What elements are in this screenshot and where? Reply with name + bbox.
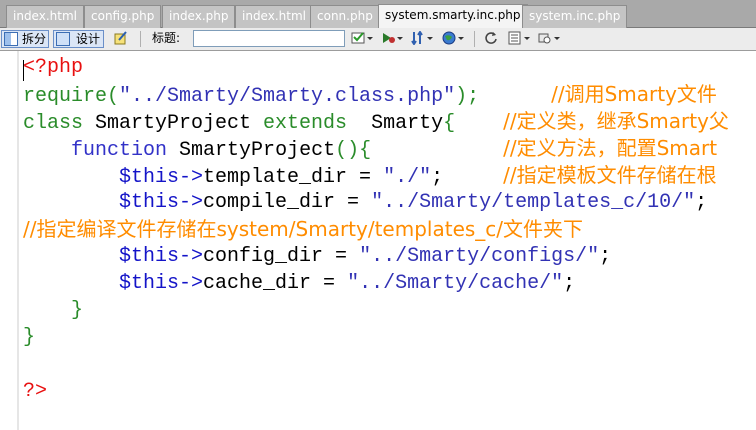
code-token-variable: $this-> [119, 191, 204, 214]
title-input[interactable] [193, 30, 345, 47]
code-token-plain: ; [563, 272, 576, 295]
code-token-function-keyword: function [71, 139, 180, 162]
code-token-plain: compile_dir = [203, 191, 372, 214]
debug-icon [383, 33, 403, 43]
code-line[interactable]: <?php [23, 54, 83, 81]
code-token-plain: ; [599, 245, 612, 268]
code-line[interactable]: //指定编译文件存储在system/Smarty/templates_c/文件夹… [23, 216, 583, 243]
tab-index-php[interactable]: index.php [162, 5, 236, 28]
visual-aids-button[interactable] [537, 30, 563, 48]
line-number-gutter [0, 51, 12, 430]
design-view-button[interactable]: 设计 [53, 30, 104, 48]
tab-system-inc-php[interactable]: system.inc.php [522, 5, 628, 28]
code-token-keyword: } [23, 299, 84, 322]
refresh-button[interactable] [481, 30, 501, 48]
code-line[interactable]: class SmartyProject extends Smarty{ //定义… [23, 108, 729, 135]
tab-config-php[interactable]: config.php [84, 5, 162, 28]
code-line[interactable]: } [23, 324, 35, 351]
view-options-button-left[interactable] [410, 30, 436, 48]
split-view-icon [4, 32, 18, 46]
code-token-keyword: class [23, 112, 96, 135]
file-management-icon [351, 32, 373, 44]
code-token-string: "../Smarty/configs/" [359, 245, 600, 268]
refresh-icon [485, 32, 497, 44]
design-view-icon [56, 32, 70, 46]
code-token-keyword: ); [455, 85, 552, 108]
view-options-icon [508, 31, 530, 45]
code-token-variable: $this-> [119, 245, 204, 268]
code-editor[interactable]: <?php require("../Smarty/Smarty.class.php… [0, 51, 756, 430]
document-tab-bar: index.html config.php index.php index.ht… [0, 0, 756, 28]
code-token-variable: $this-> [119, 166, 204, 189]
code-token-string: "../Smarty/Smarty.class.php" [119, 85, 456, 108]
code-line[interactable]: ?> [23, 378, 47, 405]
code-token-comment: //调用Smarty文件 [551, 82, 717, 106]
split-view-label: 拆分 [22, 32, 47, 46]
code-token-plain: Smarty [371, 112, 444, 135]
toolbar-separator [474, 31, 475, 47]
gutter-divider [17, 51, 19, 430]
code-token-plain: cache_dir = [203, 272, 348, 295]
tab-conn-php[interactable]: conn.php [310, 5, 380, 28]
code-token-variable: $this-> [119, 272, 204, 295]
tab-index-html-2[interactable]: index.html [235, 5, 313, 28]
code-token-string: "../Smarty/templates_c/10/" [371, 191, 696, 214]
code-token-plain: ; [695, 191, 708, 214]
view-options-button[interactable] [507, 30, 533, 48]
code-token-keyword: (){ [335, 139, 504, 162]
title-label: 标题: [152, 31, 181, 45]
split-view-button[interactable]: 拆分 [1, 30, 49, 48]
design-view-label: 设计 [76, 32, 101, 46]
code-token-php-tag: ?> [23, 380, 48, 403]
debug-button[interactable] [380, 30, 406, 48]
code-token-plain: SmartyProject [95, 112, 264, 135]
preview-in-browser-button[interactable] [441, 30, 467, 48]
globe-icon [442, 31, 464, 45]
code-token-plain: template_dir = [203, 166, 384, 189]
code-token-string: "./" [383, 166, 432, 189]
live-edit-button[interactable] [111, 30, 133, 48]
code-token-comment: //定义类，继承Smarty父 [503, 109, 729, 133]
code-token-string: "../Smarty/cache/" [347, 272, 564, 295]
code-token-keyword: { [443, 112, 504, 135]
toolbar-separator [140, 31, 141, 47]
code-token-php-tag: <?php [23, 56, 84, 79]
tab-system-smarty-inc-php[interactable]: system.smarty.inc.php [378, 4, 528, 28]
live-edit-icon [114, 31, 127, 45]
code-token-comment: //指定模板文件存储在根 [503, 163, 717, 187]
code-token-keyword: extends [263, 112, 372, 135]
document-toolbar: 拆分 设计 标题: [0, 28, 756, 51]
code-line[interactable]: } [23, 297, 83, 324]
tab-index-html[interactable]: index.html [6, 5, 84, 28]
code-token-keyword: require( [23, 85, 120, 108]
code-line[interactable]: $this->config_dir = "../Smarty/configs/"… [23, 243, 611, 270]
view-options-icon [411, 31, 433, 45]
code-token-comment: //指定编译文件存储在system/Smarty/templates_c/文件夹… [23, 217, 584, 241]
visual-aids-icon [538, 33, 560, 44]
code-line[interactable]: $this->compile_dir = "../Smarty/template… [23, 189, 707, 216]
code-token-plain: ; [431, 166, 504, 189]
code-line[interactable]: function SmartyProject(){ //定义方法，配置Smart [23, 135, 717, 162]
code-line[interactable]: $this->cache_dir = "../Smarty/cache/"; [23, 270, 575, 297]
code-line[interactable]: $this->template_dir = "./"; //指定模板文件存储在根 [23, 162, 717, 189]
code-token-plain: SmartyProject [179, 139, 336, 162]
code-token-keyword: } [23, 326, 36, 349]
check-page-button[interactable] [350, 30, 376, 48]
code-token-comment: //定义方法，配置Smart [503, 136, 718, 160]
code-token-plain: config_dir = [203, 245, 360, 268]
code-line[interactable]: require("../Smarty/Smarty.class.php"); /… [23, 81, 717, 108]
